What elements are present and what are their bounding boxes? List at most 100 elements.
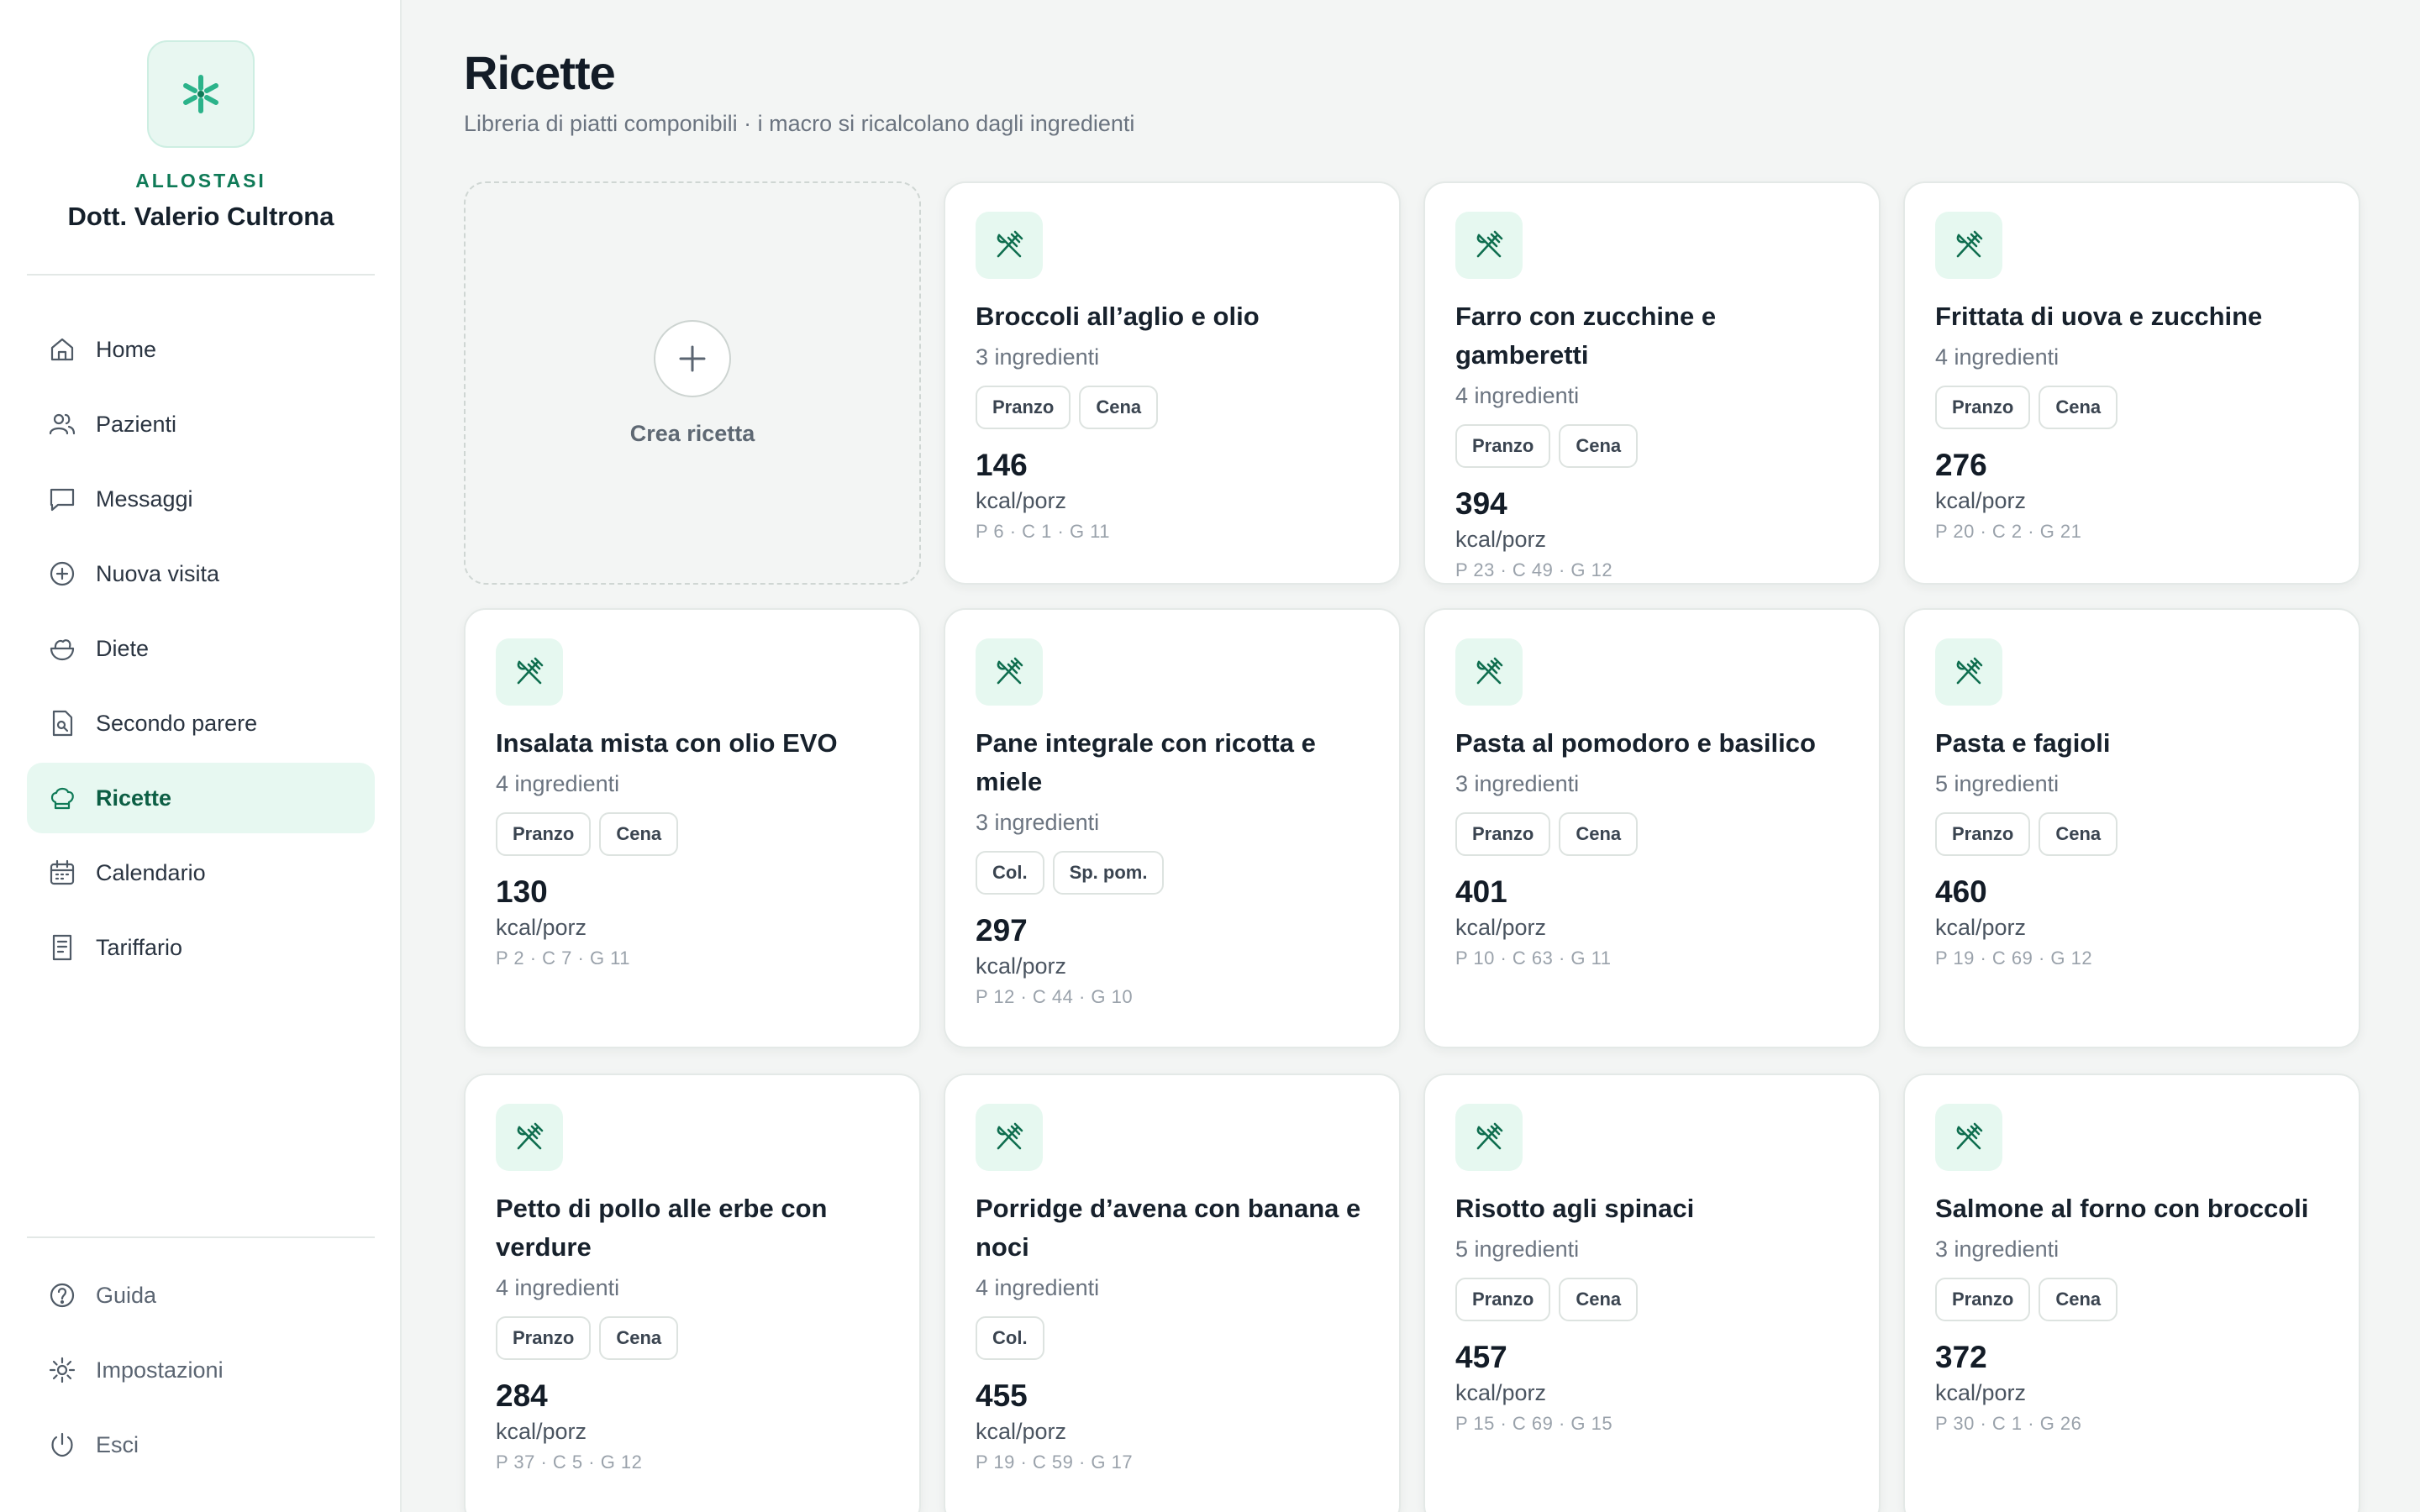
meal-tag: Col. <box>976 851 1044 895</box>
meal-tag: Pranzo <box>976 386 1071 429</box>
page-title: Ricette <box>464 46 616 99</box>
kcal-value: 297 <box>976 913 1028 948</box>
recipe-card[interactable]: Frittata di uova e zucchine 4 ingredienti… <box>1903 181 2360 585</box>
chef-hat-icon <box>47 783 77 813</box>
file-search-icon <box>47 708 77 738</box>
recipe-name: Pane integrale con ricotta e miele <box>976 728 1316 796</box>
tag-list: Pranzo Cena <box>1455 424 1849 468</box>
ingredient-count: 4 ingredienti <box>496 771 620 796</box>
sidebar-item-label: Calendario <box>96 859 206 885</box>
ingredient-count: 3 ingredienti <box>976 344 1100 370</box>
sidebar-item-label: Impostazioni <box>96 1357 224 1383</box>
macro-summary: P 12 · C 44 · G 10 <box>976 986 1134 1007</box>
ingredient-count: 3 ingredienti <box>1455 771 1580 796</box>
sidebar-item-pazienti[interactable]: Pazienti <box>27 389 375 459</box>
kcal-value: 372 <box>1935 1340 1987 1374</box>
recipe-card[interactable]: Broccoli all’aglio e olio 3 ingredienti Pr… <box>944 181 1401 585</box>
recipe-card[interactable]: Risotto agli spinaci 5 ingredienti Pranzo C… <box>1423 1074 1881 1512</box>
tag-list: Col. <box>976 1316 1369 1360</box>
recipe-card[interactable]: Pasta e fagioli 5 ingredienti Pranzo Cena 46… <box>1903 608 2360 1048</box>
receipt-icon <box>47 932 77 963</box>
utensils-icon <box>1455 212 1523 279</box>
sidebar-item-label: Tariffario <box>96 934 183 960</box>
ingredient-count: 5 ingredienti <box>1935 771 2060 796</box>
sidebar-divider <box>27 1236 375 1238</box>
sidebar-item-diete[interactable]: Diete <box>27 613 375 684</box>
sidebar-item-ricette[interactable]: Ricette <box>27 763 375 833</box>
ingredient-count: 4 ingredienti <box>1455 383 1580 408</box>
kcal-unit: kcal/porz <box>496 1419 587 1444</box>
kcal-value: 457 <box>1455 1340 1507 1374</box>
plus-circle-icon <box>47 559 77 589</box>
recipe-name: Insalata mista con olio EVO <box>496 728 838 758</box>
recipe-card[interactable]: Pane integrale con ricotta e miele 3 ingr… <box>944 608 1401 1048</box>
meal-tag: Cena <box>1559 1278 1639 1321</box>
kcal-value: 394 <box>1455 486 1507 521</box>
ingredient-count: 4 ingredienti <box>496 1275 620 1300</box>
bottom-nav: Guida Impostazioni Esci <box>27 1260 375 1484</box>
sidebar-item-label: Ricette <box>96 785 172 811</box>
tag-list: Pranzo Cena <box>1455 1278 1849 1321</box>
kcal-unit: kcal/porz <box>976 953 1067 979</box>
recipe-card[interactable]: Petto di pollo alle erbe con verdure 4 in… <box>464 1074 921 1512</box>
kcal-unit: kcal/porz <box>496 915 587 940</box>
users-icon <box>47 409 77 439</box>
sidebar-item-tariffario[interactable]: Tariffario <box>27 912 375 983</box>
meal-tag: Cena <box>1559 812 1639 856</box>
meal-tag: Pranzo <box>1935 812 2031 856</box>
create-recipe-card[interactable]: Crea ricetta <box>464 181 921 585</box>
sidebar-item-messaggi[interactable]: Messaggi <box>27 464 375 534</box>
tag-list: Pranzo Cena <box>496 812 889 856</box>
sidebar-item-home[interactable]: Home <box>27 314 375 385</box>
meal-tag: Cena <box>2039 386 2118 429</box>
macro-summary: P 2 · C 7 · G 11 <box>496 948 631 969</box>
sidebar-item-secondo-parere[interactable]: Secondo parere <box>27 688 375 759</box>
utensils-icon <box>976 638 1043 706</box>
kcal-unit: kcal/porz <box>1935 915 2027 940</box>
logo[interactable] <box>147 40 255 148</box>
meal-tag: Cena <box>599 812 679 856</box>
utensils-icon <box>1935 212 2002 279</box>
tag-list: Pranzo Cena <box>1935 1278 2328 1321</box>
sidebar-item-esci[interactable]: Esci <box>27 1410 375 1480</box>
meal-tag: Cena <box>1079 386 1159 429</box>
kcal-unit: kcal/porz <box>1455 1380 1547 1405</box>
sidebar-item-label: Home <box>96 336 157 362</box>
tag-list: Pranzo Cena <box>1455 812 1849 856</box>
recipe-name: Salmone al forno con broccoli <box>1935 1194 2309 1223</box>
utensils-icon <box>1455 638 1523 706</box>
meal-tag: Pranzo <box>1455 1278 1551 1321</box>
sidebar-item-guida[interactable]: Guida <box>27 1260 375 1331</box>
recipe-card[interactable]: Farro con zucchine e gamberetti 4 ingredi… <box>1423 181 1881 585</box>
ingredient-count: 4 ingredienti <box>976 1275 1100 1300</box>
macro-summary: P 23 · C 49 · G 12 <box>1455 559 1613 580</box>
home-icon <box>47 334 77 365</box>
sidebar-item-label: Secondo parere <box>96 710 258 736</box>
macro-summary: P 19 · C 69 · G 12 <box>1935 948 2093 969</box>
recipe-card[interactable]: Salmone al forno con broccoli 3 ingredien… <box>1903 1074 2360 1512</box>
macro-summary: P 20 · C 2 · G 21 <box>1935 521 2082 542</box>
recipe-card[interactable]: Pasta al pomodoro e basilico 3 ingredient… <box>1423 608 1881 1048</box>
sidebar-item-nuova-visita[interactable]: Nuova visita <box>27 538 375 609</box>
utensils-icon <box>1455 1104 1523 1171</box>
recipe-name: Pasta e fagioli <box>1935 728 2111 758</box>
meal-tag: Cena <box>1559 424 1639 468</box>
sidebar-item-calendario[interactable]: Calendario <box>27 837 375 908</box>
salad-icon <box>47 633 77 664</box>
recipe-card[interactable]: Insalata mista con olio EVO 4 ingredienti… <box>464 608 921 1048</box>
meal-tag: Pranzo <box>496 812 592 856</box>
power-icon <box>47 1430 77 1460</box>
sidebar-item-label: Messaggi <box>96 486 193 512</box>
utensils-icon <box>496 1104 563 1171</box>
macro-summary: P 6 · C 1 · G 11 <box>976 521 1111 542</box>
tag-list: Pranzo Cena <box>496 1316 889 1360</box>
kcal-unit: kcal/porz <box>1455 915 1547 940</box>
kcal-unit: kcal/porz <box>1935 488 2027 513</box>
recipe-name: Risotto agli spinaci <box>1455 1194 1695 1223</box>
recipe-name: Pasta al pomodoro e basilico <box>1455 728 1816 758</box>
recipe-card[interactable]: Porridge d’avena con banana e noci 4 ingr… <box>944 1074 1401 1512</box>
kcal-unit: kcal/porz <box>976 488 1067 513</box>
meal-tag: Pranzo <box>1455 424 1551 468</box>
sidebar-item-impostazioni[interactable]: Impostazioni <box>27 1335 375 1405</box>
recipe-name: Porridge d’avena con banana e noci <box>976 1194 1361 1262</box>
